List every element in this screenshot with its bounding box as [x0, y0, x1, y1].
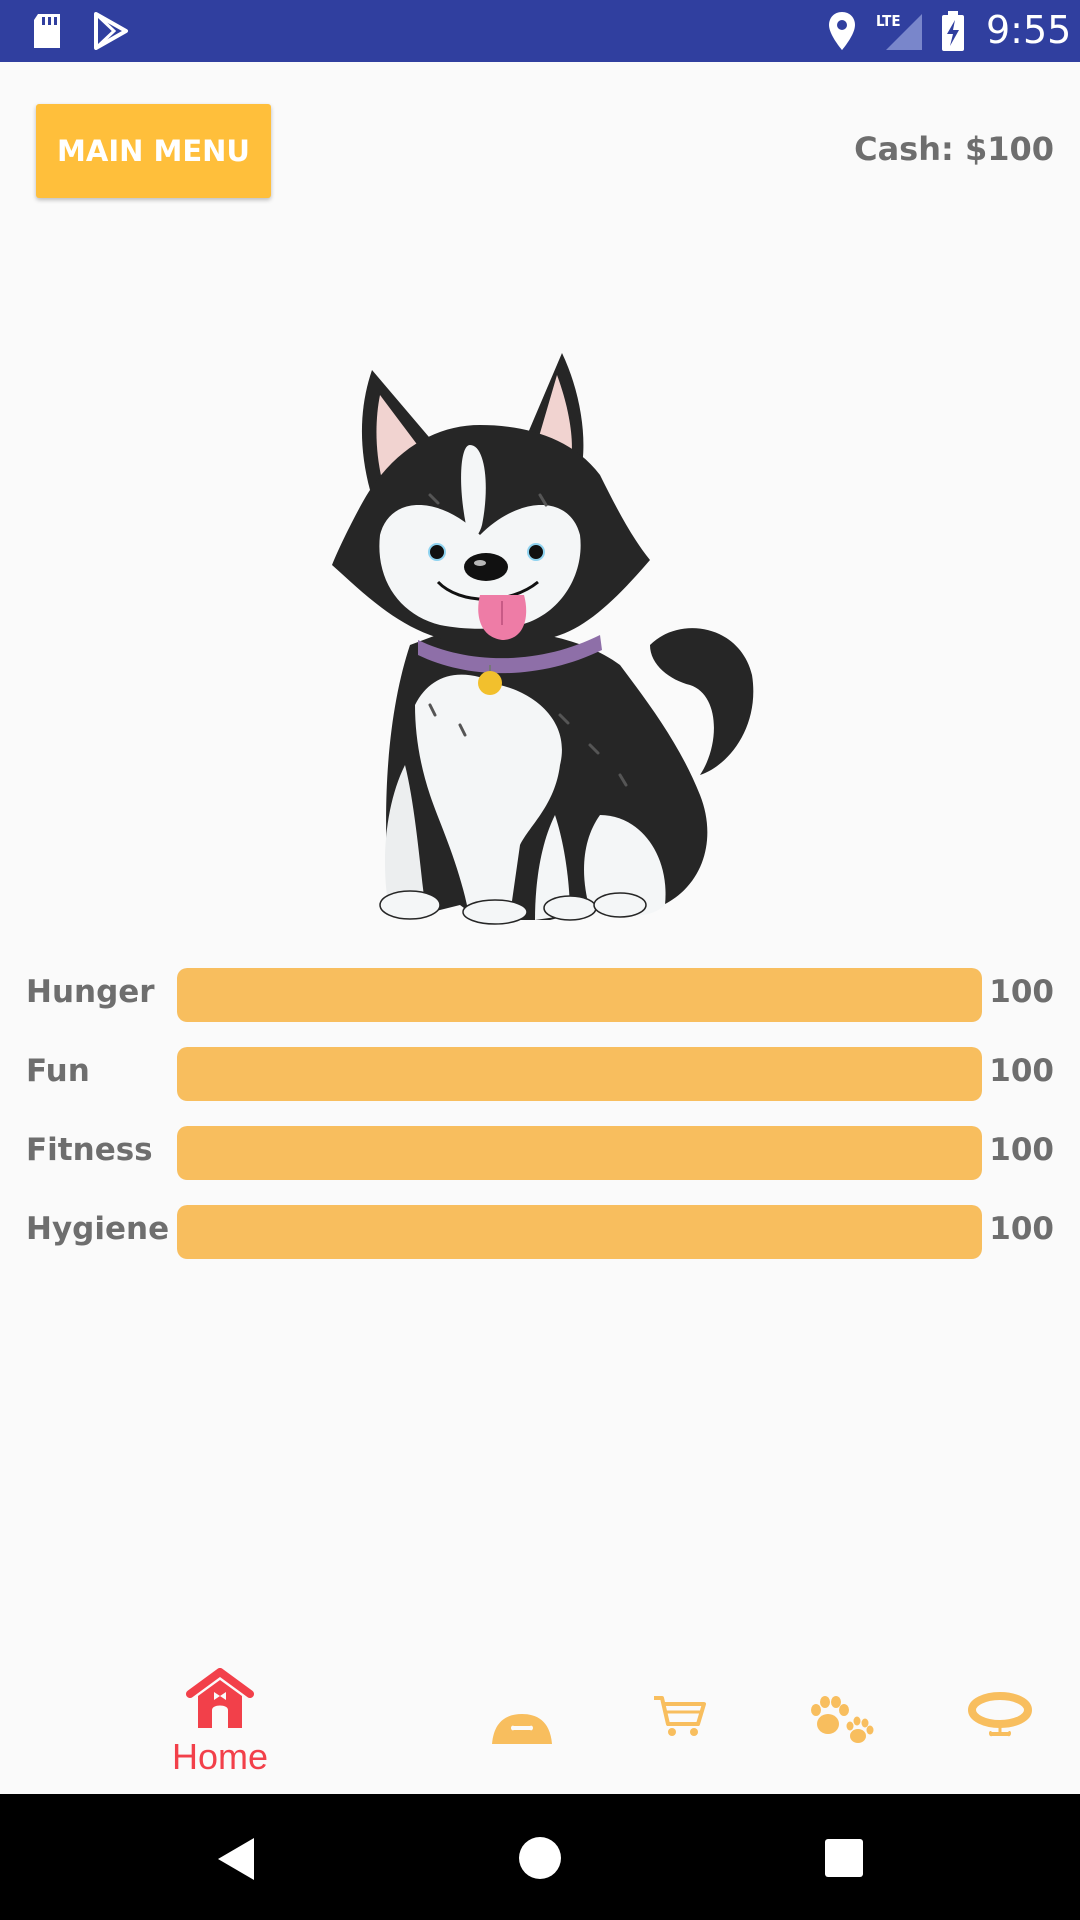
- stat-bar: [177, 1126, 982, 1180]
- food-bowl-icon: [492, 1714, 552, 1744]
- status-time: 9:55: [986, 8, 1072, 52]
- nav-home-label: Home: [171, 1736, 269, 1777]
- stat-bar-fill: [177, 968, 982, 1022]
- lte-signal-icon: LTE: [876, 12, 922, 50]
- stat-value: 100: [989, 1211, 1054, 1247]
- stat-bar-fill: [177, 1205, 982, 1259]
- stat-bar: [177, 968, 982, 1022]
- cash-balance: Cash: $100: [854, 130, 1054, 168]
- location-icon: [829, 12, 855, 50]
- stat-label: Fitness: [26, 1132, 153, 1168]
- stat-label: Hunger: [26, 974, 155, 1010]
- battery-charging-icon: [942, 11, 964, 51]
- lte-label: LTE: [876, 12, 901, 30]
- play-store-icon: [94, 12, 128, 50]
- nav-play[interactable]: [800, 1650, 880, 1794]
- husky-puppy-illustration: [332, 353, 754, 925]
- home-circle-icon[interactable]: [518, 1836, 562, 1880]
- stat-bar: [177, 1205, 982, 1259]
- collar-icon: [968, 1692, 1032, 1737]
- stat-value: 100: [989, 1132, 1054, 1168]
- recents-icon[interactable]: [824, 1838, 864, 1878]
- paw-prints-icon: [811, 1696, 874, 1743]
- stat-row-hygiene: Hygiene 100: [0, 1205, 1080, 1259]
- status-bar: LTE 9:55: [0, 0, 1080, 62]
- dog-house-icon: [186, 1668, 254, 1728]
- system-navigation-bar: [0, 1794, 1080, 1920]
- stat-label: Hygiene: [26, 1211, 170, 1247]
- shopping-cart-icon: [654, 1696, 706, 1736]
- stat-value: 100: [989, 974, 1054, 1010]
- nav-collar[interactable]: [960, 1650, 1040, 1794]
- main-menu-button[interactable]: MAIN MENU: [36, 104, 271, 198]
- nav-shop[interactable]: [640, 1650, 720, 1794]
- stat-label: Fun: [26, 1053, 90, 1089]
- nav-home[interactable]: Home: [150, 1650, 290, 1794]
- back-icon[interactable]: [214, 1836, 256, 1882]
- stat-row-hunger: Hunger 100: [0, 968, 1080, 1022]
- bottom-navigation: Home: [0, 1650, 1080, 1794]
- nav-feed[interactable]: [480, 1650, 564, 1794]
- stat-row-fun: Fun 100: [0, 1047, 1080, 1101]
- stat-row-fitness: Fitness 100: [0, 1126, 1080, 1180]
- stat-bar-fill: [177, 1047, 982, 1101]
- sd-card-icon: [34, 14, 60, 48]
- stat-bar-fill: [177, 1126, 982, 1180]
- stat-value: 100: [989, 1053, 1054, 1089]
- stat-bar: [177, 1047, 982, 1101]
